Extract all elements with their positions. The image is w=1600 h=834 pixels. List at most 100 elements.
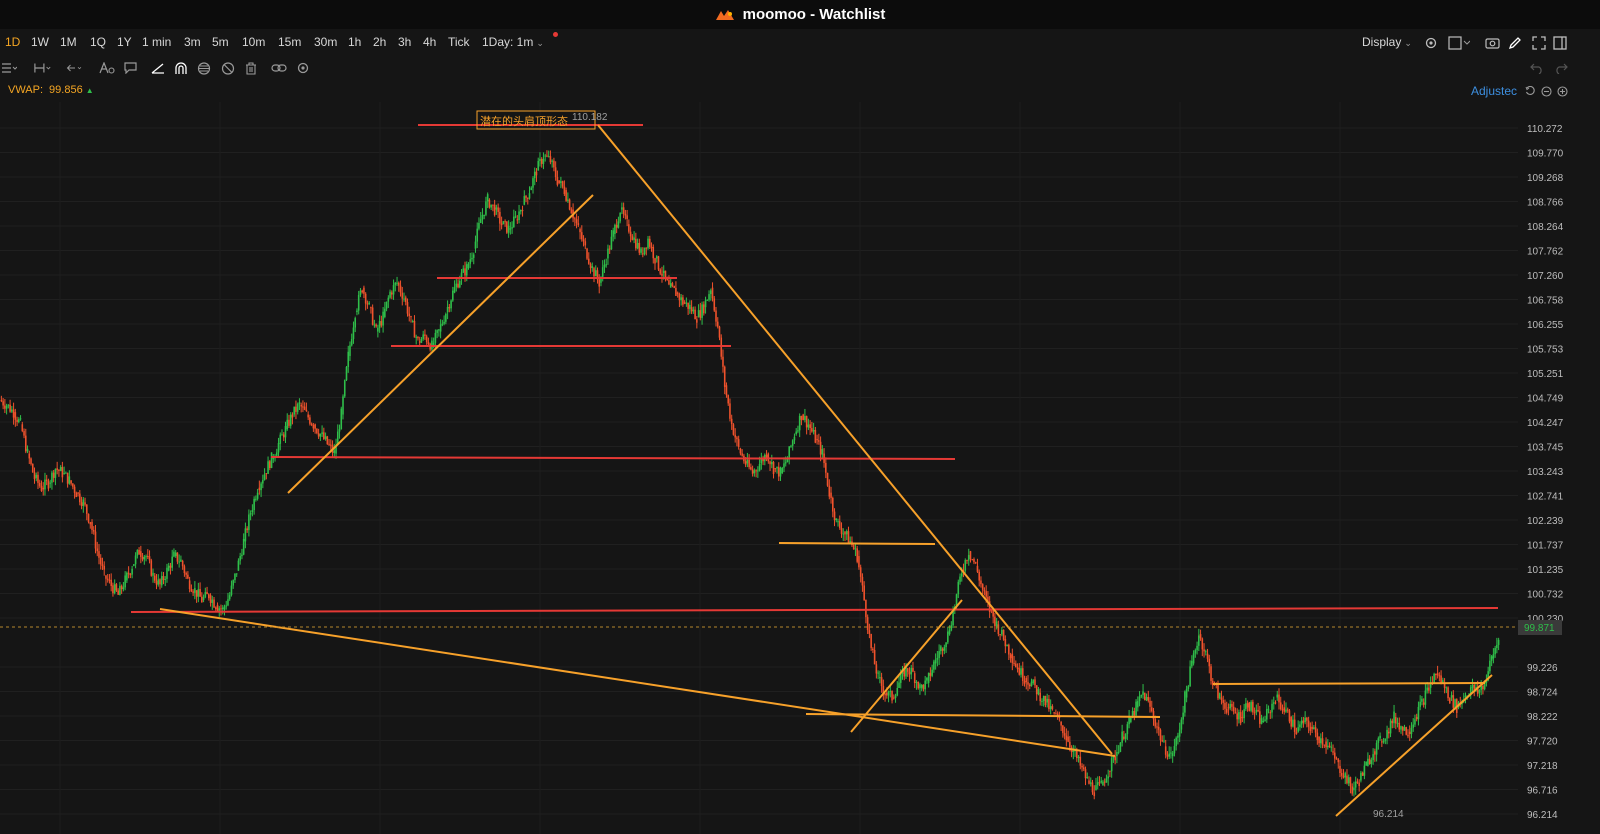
candle-body (1306, 717, 1308, 721)
indicator-menu-icon[interactable] (0, 59, 18, 77)
neckline-100[interactable] (130, 607, 1499, 613)
trend-line-tool-icon[interactable] (149, 59, 167, 77)
uptrend-line-left[interactable] (287, 194, 594, 494)
zoom-out-icon[interactable] (1540, 85, 1552, 97)
candle-body (1232, 706, 1235, 712)
reset-icon[interactable] (1524, 85, 1536, 97)
eye-icon[interactable] (195, 59, 213, 77)
y-tick-label: 103.243 (1527, 467, 1564, 478)
timeframe-1min[interactable]: 1 min (142, 35, 171, 49)
settings-icon[interactable] (1423, 34, 1439, 51)
timeframe-tick[interactable]: Tick (448, 35, 470, 49)
candle-body (124, 575, 126, 588)
timeframe-1q[interactable]: 1Q (90, 35, 106, 49)
redo-icon[interactable] (1552, 59, 1570, 77)
candle-body (1328, 745, 1331, 748)
candle-body (1159, 729, 1162, 741)
candle-body (1274, 702, 1277, 704)
timeframe-1y[interactable]: 1Y (117, 35, 132, 49)
candle-body (434, 332, 437, 343)
candle-body (1157, 726, 1160, 730)
timeframe-1w[interactable]: 1W (31, 35, 49, 49)
timeframe-3h[interactable]: 3h (398, 35, 411, 49)
timeframe-1h[interactable]: 1h (348, 35, 361, 49)
level-line-101[interactable] (778, 542, 936, 545)
candle-body (499, 211, 501, 224)
candle-body (256, 492, 259, 499)
camera-icon[interactable] (1484, 34, 1500, 51)
drawing-settings-icon[interactable] (294, 59, 312, 77)
text-tool-icon[interactable] (98, 59, 116, 77)
level-line-98-right[interactable] (1212, 682, 1486, 685)
candle-body (1063, 733, 1066, 736)
display-dropdown[interactable]: Display ⌄ (1362, 35, 1412, 49)
candle-body (1278, 694, 1280, 703)
candle-body (1161, 740, 1164, 742)
link-icon[interactable] (270, 59, 288, 77)
timeframe-1m[interactable]: 1M (60, 35, 77, 49)
candle-body (772, 461, 775, 475)
candle-body (783, 463, 785, 468)
uptrend-line-right[interactable] (1335, 674, 1493, 817)
trash-icon[interactable] (242, 59, 260, 77)
pen-icon[interactable] (1507, 34, 1523, 51)
candle-body (141, 556, 144, 560)
candle-body (1417, 706, 1420, 720)
lower-trend-line[interactable] (159, 608, 1116, 757)
candle-body (556, 177, 559, 185)
timeframe-15m[interactable]: 15m (278, 35, 301, 49)
candle-body (446, 307, 449, 313)
y-tick-label: 98.222 (1527, 712, 1558, 723)
back-arrow-icon[interactable] (66, 59, 84, 77)
candle-body (490, 204, 492, 208)
candle-body (387, 297, 390, 302)
candle-body (1419, 701, 1421, 707)
timeframe-5m[interactable]: 5m (212, 35, 229, 49)
zoom-in-icon[interactable] (1556, 85, 1568, 97)
timeframe-2h[interactable]: 2h (373, 35, 386, 49)
candle-body (1121, 731, 1123, 743)
candle-body (692, 309, 695, 312)
candle-body (481, 214, 484, 220)
candle-body (859, 567, 862, 577)
candle-body (612, 230, 614, 237)
candle-body (85, 504, 88, 514)
downtrend-line-main[interactable] (597, 124, 1113, 755)
timeframe-4h[interactable]: 4h (423, 35, 436, 49)
price-chart[interactable]: 潜在的头肩顶形态 110.182 96.214 110.272 109.770 10… (0, 100, 1600, 834)
y-tick-label: 110.272 (1527, 124, 1563, 135)
fullscreen-icon[interactable] (1531, 34, 1547, 51)
comment-icon[interactable] (121, 59, 139, 77)
timeframe-selector[interactable]: 1Day: 1m ⌄ (482, 35, 544, 49)
timeframe-10m[interactable]: 10m (242, 35, 265, 49)
candle-body (1372, 754, 1374, 761)
candle-body (1410, 727, 1413, 735)
timeframe-30m[interactable]: 30m (314, 35, 337, 49)
candle-body (14, 412, 17, 420)
candle-body (601, 267, 604, 277)
candle-body (899, 674, 902, 683)
candle-body (992, 610, 994, 617)
magnet-icon[interactable] (172, 59, 190, 77)
candle-body (366, 303, 369, 305)
candle-body (1119, 742, 1122, 752)
adjusted-button[interactable]: Adjustec (1471, 84, 1517, 98)
y-tick-label: 101.737 (1527, 540, 1564, 551)
sidebar-icon[interactable] (1552, 34, 1568, 51)
candle-body (345, 366, 348, 381)
undo-icon[interactable] (1528, 59, 1546, 77)
vwap-indicator[interactable]: VWAP: 99.856 ▲ (8, 84, 94, 96)
timeframe-1d[interactable]: 1D (5, 35, 20, 49)
layout-icon[interactable] (1446, 34, 1472, 51)
candle-body (629, 231, 632, 237)
neckline-103[interactable] (270, 456, 956, 460)
candle-body (340, 408, 343, 430)
measure-icon[interactable] (34, 59, 52, 77)
candle-body (58, 469, 60, 472)
hide-icon[interactable] (219, 59, 237, 77)
candle-body (35, 474, 38, 478)
timeframe-3m[interactable]: 3m (184, 35, 201, 49)
candle-body (873, 650, 876, 665)
candle-body (188, 580, 191, 589)
candle-body (384, 308, 386, 317)
